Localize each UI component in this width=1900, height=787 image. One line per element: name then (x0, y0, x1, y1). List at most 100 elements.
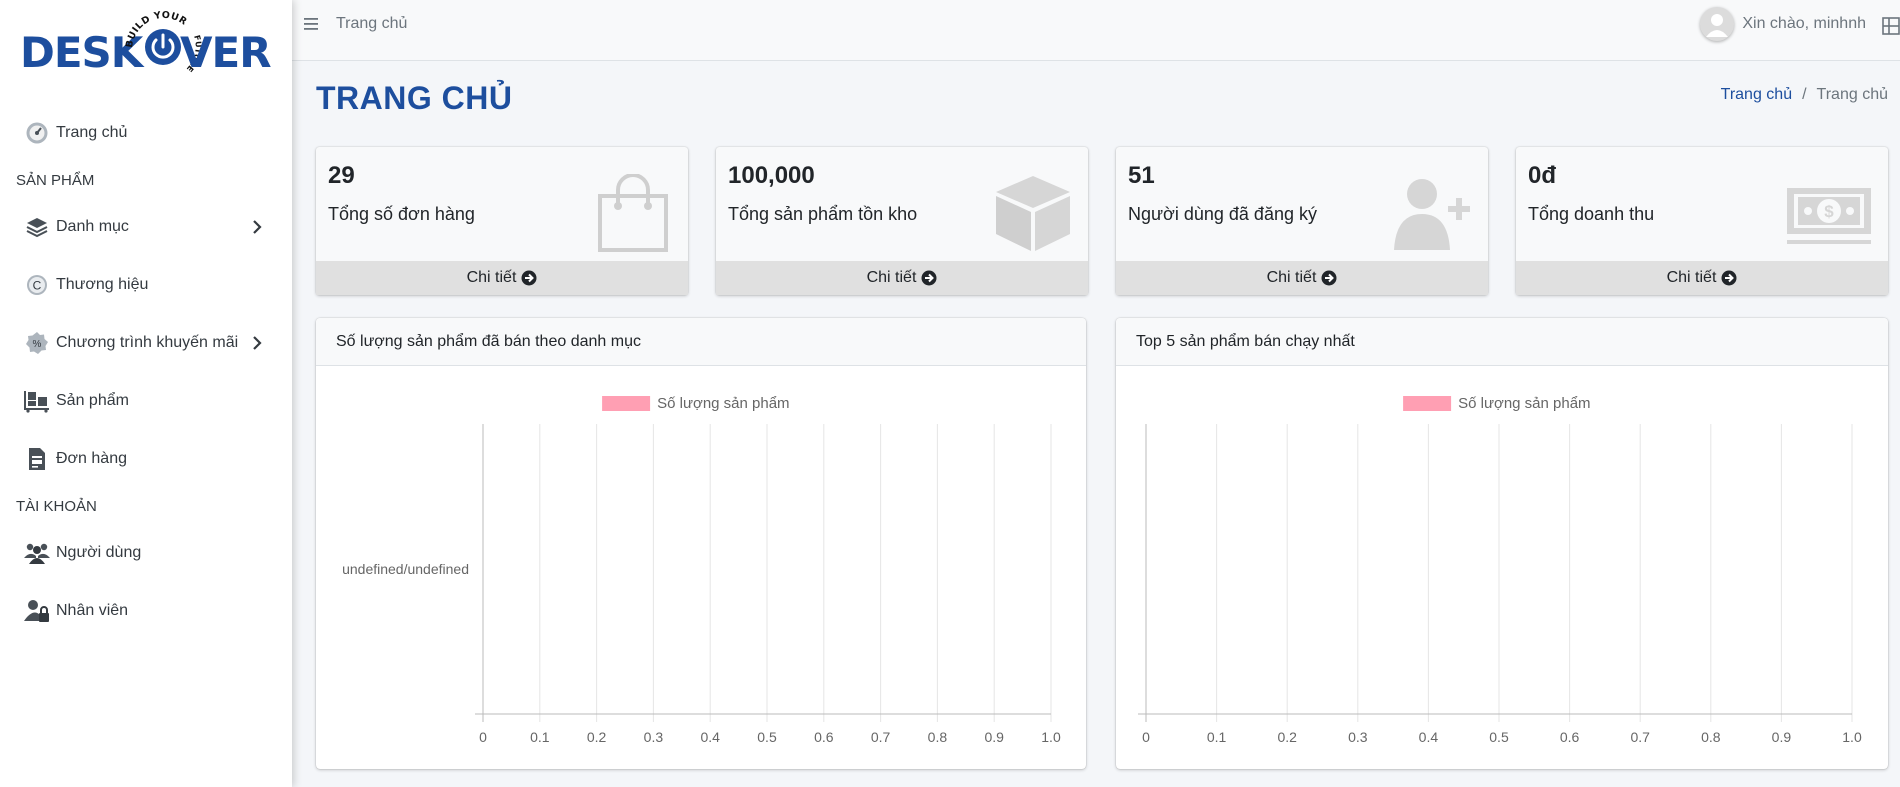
svg-text:C: C (33, 279, 42, 293)
sidebar-nav: Trang chủ SẢN PHẨM Danh mục C Thương hiệ… (0, 104, 292, 640)
x-tick-label: 0.7 (1630, 729, 1650, 745)
pallet-boxes-icon (24, 388, 50, 414)
chart-card-top-products: Top 5 sản phẩm bán chạy nhất Số lượng sả… (1116, 318, 1888, 769)
stat-box-users: 51 Người dùng đã đăng ký Chi tiết (1116, 147, 1488, 295)
legend-label: Số lượng sản phẩm (657, 395, 789, 412)
sidebar-section-products: SẢN PHẨM (16, 171, 95, 189)
legend-swatch (1403, 396, 1452, 411)
sidebar-item-label: Đơn hàng (56, 450, 127, 467)
top-navbar: Trang chủ Xin chào, minhnh (292, 0, 1900, 61)
arrow-circle-right-icon (1721, 270, 1737, 286)
x-tick-label: 0.1 (530, 729, 550, 745)
breadcrumb-current: Trang chủ (1816, 86, 1888, 103)
stat-label: Tổng số đơn hàng (328, 204, 475, 224)
x-tick-label: 0.3 (644, 729, 664, 745)
stat-value: 29 (328, 162, 355, 189)
x-tick-label: 0.4 (700, 729, 720, 745)
box-icon (996, 176, 1070, 251)
x-tick-label: 0.5 (1489, 729, 1509, 745)
sidebar-item-orders[interactable]: Đơn hàng (0, 430, 292, 488)
sidebar-item-label: Chương trình khuyến mãi (56, 334, 239, 351)
sidebar-item-products[interactable]: Sản phẩm (0, 372, 292, 430)
sidebar-section-account: TÀI KHOẢN (16, 497, 97, 515)
x-tick-label: 0.2 (587, 729, 607, 745)
x-tick-label: 0.5 (757, 729, 777, 745)
stat-box-inventory: 100,000 Tổng sản phẩm tồn kho Chi tiết (716, 147, 1088, 295)
chevron-right-icon[interactable] (248, 334, 266, 352)
copyright-icon: C (24, 272, 50, 298)
y-tick-label: undefined/undefined (342, 561, 469, 577)
sidebar-item-promotions[interactable]: % Chương trình khuyến mãi (0, 314, 292, 372)
user-menu[interactable]: Xin chào, minhnh (1700, 7, 1866, 41)
shopping-bag-icon (598, 174, 668, 252)
sidebar-item-employees[interactable]: Nhân viên (0, 582, 292, 640)
brand-logo[interactable]: DESK BUILD YOUR FUTURE VER (18, 10, 272, 80)
top-home-link[interactable]: Trang chủ (336, 15, 407, 33)
details-link-label: Chi tiết (866, 269, 917, 286)
sidebar-item-home[interactable]: Trang chủ (0, 104, 292, 162)
stat-label: Người dùng đã đăng ký (1128, 204, 1317, 224)
x-tick-label: 0.9 (984, 729, 1004, 745)
chart-card-sold-by-category: Số lượng sản phẩm đã bán theo danh mục S… (316, 318, 1086, 769)
details-link-label: Chi tiết (1666, 269, 1717, 286)
grid-layout-icon[interactable] (1882, 17, 1900, 35)
sidebar-item-label: Nhân viên (56, 602, 129, 619)
bar-chart-sold-by-category: Số lượng sản phẩm 0 0.1 0.2 0.3 0.4 0.5 0.6 0.7 0… (342, 395, 1061, 745)
x-tick-label: 1.0 (1842, 729, 1862, 745)
x-tick-label: 0 (1142, 729, 1150, 745)
arrow-circle-right-icon (1321, 270, 1337, 286)
stat-box-revenue: 0đ Tổng doanh thu $ Chi tiết (1516, 147, 1888, 295)
details-link[interactable]: Chi tiết (316, 261, 688, 295)
sidebar-item-label: Người dùng (56, 544, 142, 561)
details-link-label: Chi tiết (1266, 269, 1317, 286)
layers-icon (24, 214, 50, 240)
user-lock-icon (24, 598, 50, 624)
stat-box-orders: 29 Tổng số đơn hàng Chi tiết (316, 147, 688, 295)
x-tick-label: 0.7 (871, 729, 891, 745)
sidebar: DESK BUILD YOUR FUTURE VER Trang chủ SẢN… (0, 0, 292, 787)
sidebar-item-users[interactable]: Người dùng (0, 524, 292, 582)
stat-label: Tổng sản phẩm tồn kho (728, 204, 918, 224)
page-title: TRANG CHỦ (316, 80, 513, 116)
x-tick-label: 0.8 (1701, 729, 1721, 745)
user-greeting: Xin chào, minhnh (1742, 15, 1866, 32)
users-group-icon (24, 540, 50, 566)
details-link-label: Chi tiết (466, 269, 517, 286)
legend-swatch (602, 396, 651, 411)
x-tick-label: 0.9 (1772, 729, 1792, 745)
bar-chart-top-products: Số lượng sản phẩm 0 0.1 0.2 0.3 0.4 0.5 0.6 0.7 0… (1138, 395, 1862, 745)
stat-value: 51 (1128, 162, 1155, 189)
svg-text:%: % (33, 339, 42, 350)
x-tick-label: 0.6 (1560, 729, 1580, 745)
x-tick-label: 0.2 (1277, 729, 1297, 745)
sidebar-item-label: Thương hiệu (56, 276, 149, 293)
x-tick-label: 0.8 (928, 729, 948, 745)
sidebar-item-label: Danh mục (56, 218, 129, 235)
x-tick-label: 0 (479, 729, 487, 745)
arrow-circle-right-icon (521, 270, 537, 286)
chevron-right-icon[interactable] (248, 218, 266, 236)
power-icon (145, 29, 181, 65)
dashboard-gauge-icon (24, 120, 50, 146)
stat-value: 0đ (1528, 162, 1557, 189)
breadcrumb-home-link[interactable]: Trang chủ (1721, 86, 1792, 104)
details-link[interactable]: Chi tiết (1116, 261, 1488, 295)
card-title: Top 5 sản phẩm bán chạy nhất (1116, 318, 1888, 366)
sidebar-item-brands[interactable]: C Thương hiệu (0, 256, 292, 314)
sidebar-item-label: Sản phẩm (56, 392, 129, 409)
x-tick-label: 0.6 (814, 729, 834, 745)
card-title: Số lượng sản phẩm đã bán theo danh mục (316, 318, 1086, 366)
arrow-circle-right-icon (921, 270, 937, 286)
invoice-icon (24, 446, 50, 472)
menu-toggle-icon[interactable] (302, 14, 322, 34)
stat-label: Tổng doanh thu (1528, 204, 1655, 224)
details-link[interactable]: Chi tiết (1516, 261, 1888, 295)
details-link[interactable]: Chi tiết (716, 261, 1088, 295)
breadcrumb: Trang chủ / Trang chủ (1721, 86, 1888, 104)
sidebar-item-categories[interactable]: Danh mục (0, 198, 292, 256)
percent-badge-icon: % (24, 330, 50, 356)
x-tick-label: 1.0 (1041, 729, 1061, 745)
logo-text-right: VER (180, 28, 272, 77)
user-plus-icon (1394, 179, 1470, 250)
legend-label: Số lượng sản phẩm (1458, 395, 1590, 412)
